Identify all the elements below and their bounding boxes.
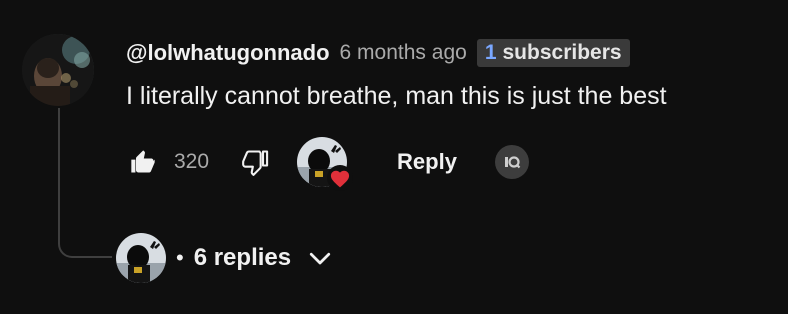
extension-icon bbox=[504, 156, 521, 169]
like-button[interactable] bbox=[126, 145, 160, 179]
comment-header: @lolwhatugonnado 6 months ago 1 subscrib… bbox=[126, 36, 630, 70]
creator-heart[interactable] bbox=[297, 137, 354, 191]
thread-connector-line bbox=[58, 108, 112, 258]
author-handle[interactable]: @lolwhatugonnado bbox=[126, 40, 330, 66]
author-avatar[interactable] bbox=[22, 34, 94, 106]
subscriber-badge: 1 subscribers bbox=[476, 39, 630, 67]
comment-timestamp[interactable]: 6 months ago bbox=[340, 41, 467, 65]
reply-button[interactable]: Reply bbox=[397, 149, 457, 175]
view-replies-toggle[interactable]: • 6 replies bbox=[116, 232, 335, 284]
dislike-button[interactable] bbox=[239, 145, 273, 179]
subscriber-label: subscribers bbox=[502, 41, 622, 64]
chevron-down-icon[interactable] bbox=[305, 243, 335, 273]
reply-author-avatar bbox=[116, 233, 166, 283]
like-count: 320 bbox=[174, 150, 210, 173]
replies-count-label[interactable]: 6 replies bbox=[194, 244, 291, 272]
comment-thread: @lolwhatugonnado 6 months ago 1 subscrib… bbox=[0, 0, 788, 314]
comment-text: I literally cannot breathe, man this is … bbox=[126, 82, 667, 110]
creator-heart-icon bbox=[330, 170, 350, 188]
thumbs-down-icon bbox=[242, 150, 269, 176]
subscriber-count: 1 bbox=[484, 41, 497, 64]
thumbs-up-icon bbox=[131, 150, 155, 173]
heart-badge bbox=[327, 165, 354, 191]
separator-dot: • bbox=[176, 245, 184, 270]
comment-actions: 320 Reply bbox=[126, 134, 529, 191]
extension-button[interactable] bbox=[494, 145, 529, 179]
